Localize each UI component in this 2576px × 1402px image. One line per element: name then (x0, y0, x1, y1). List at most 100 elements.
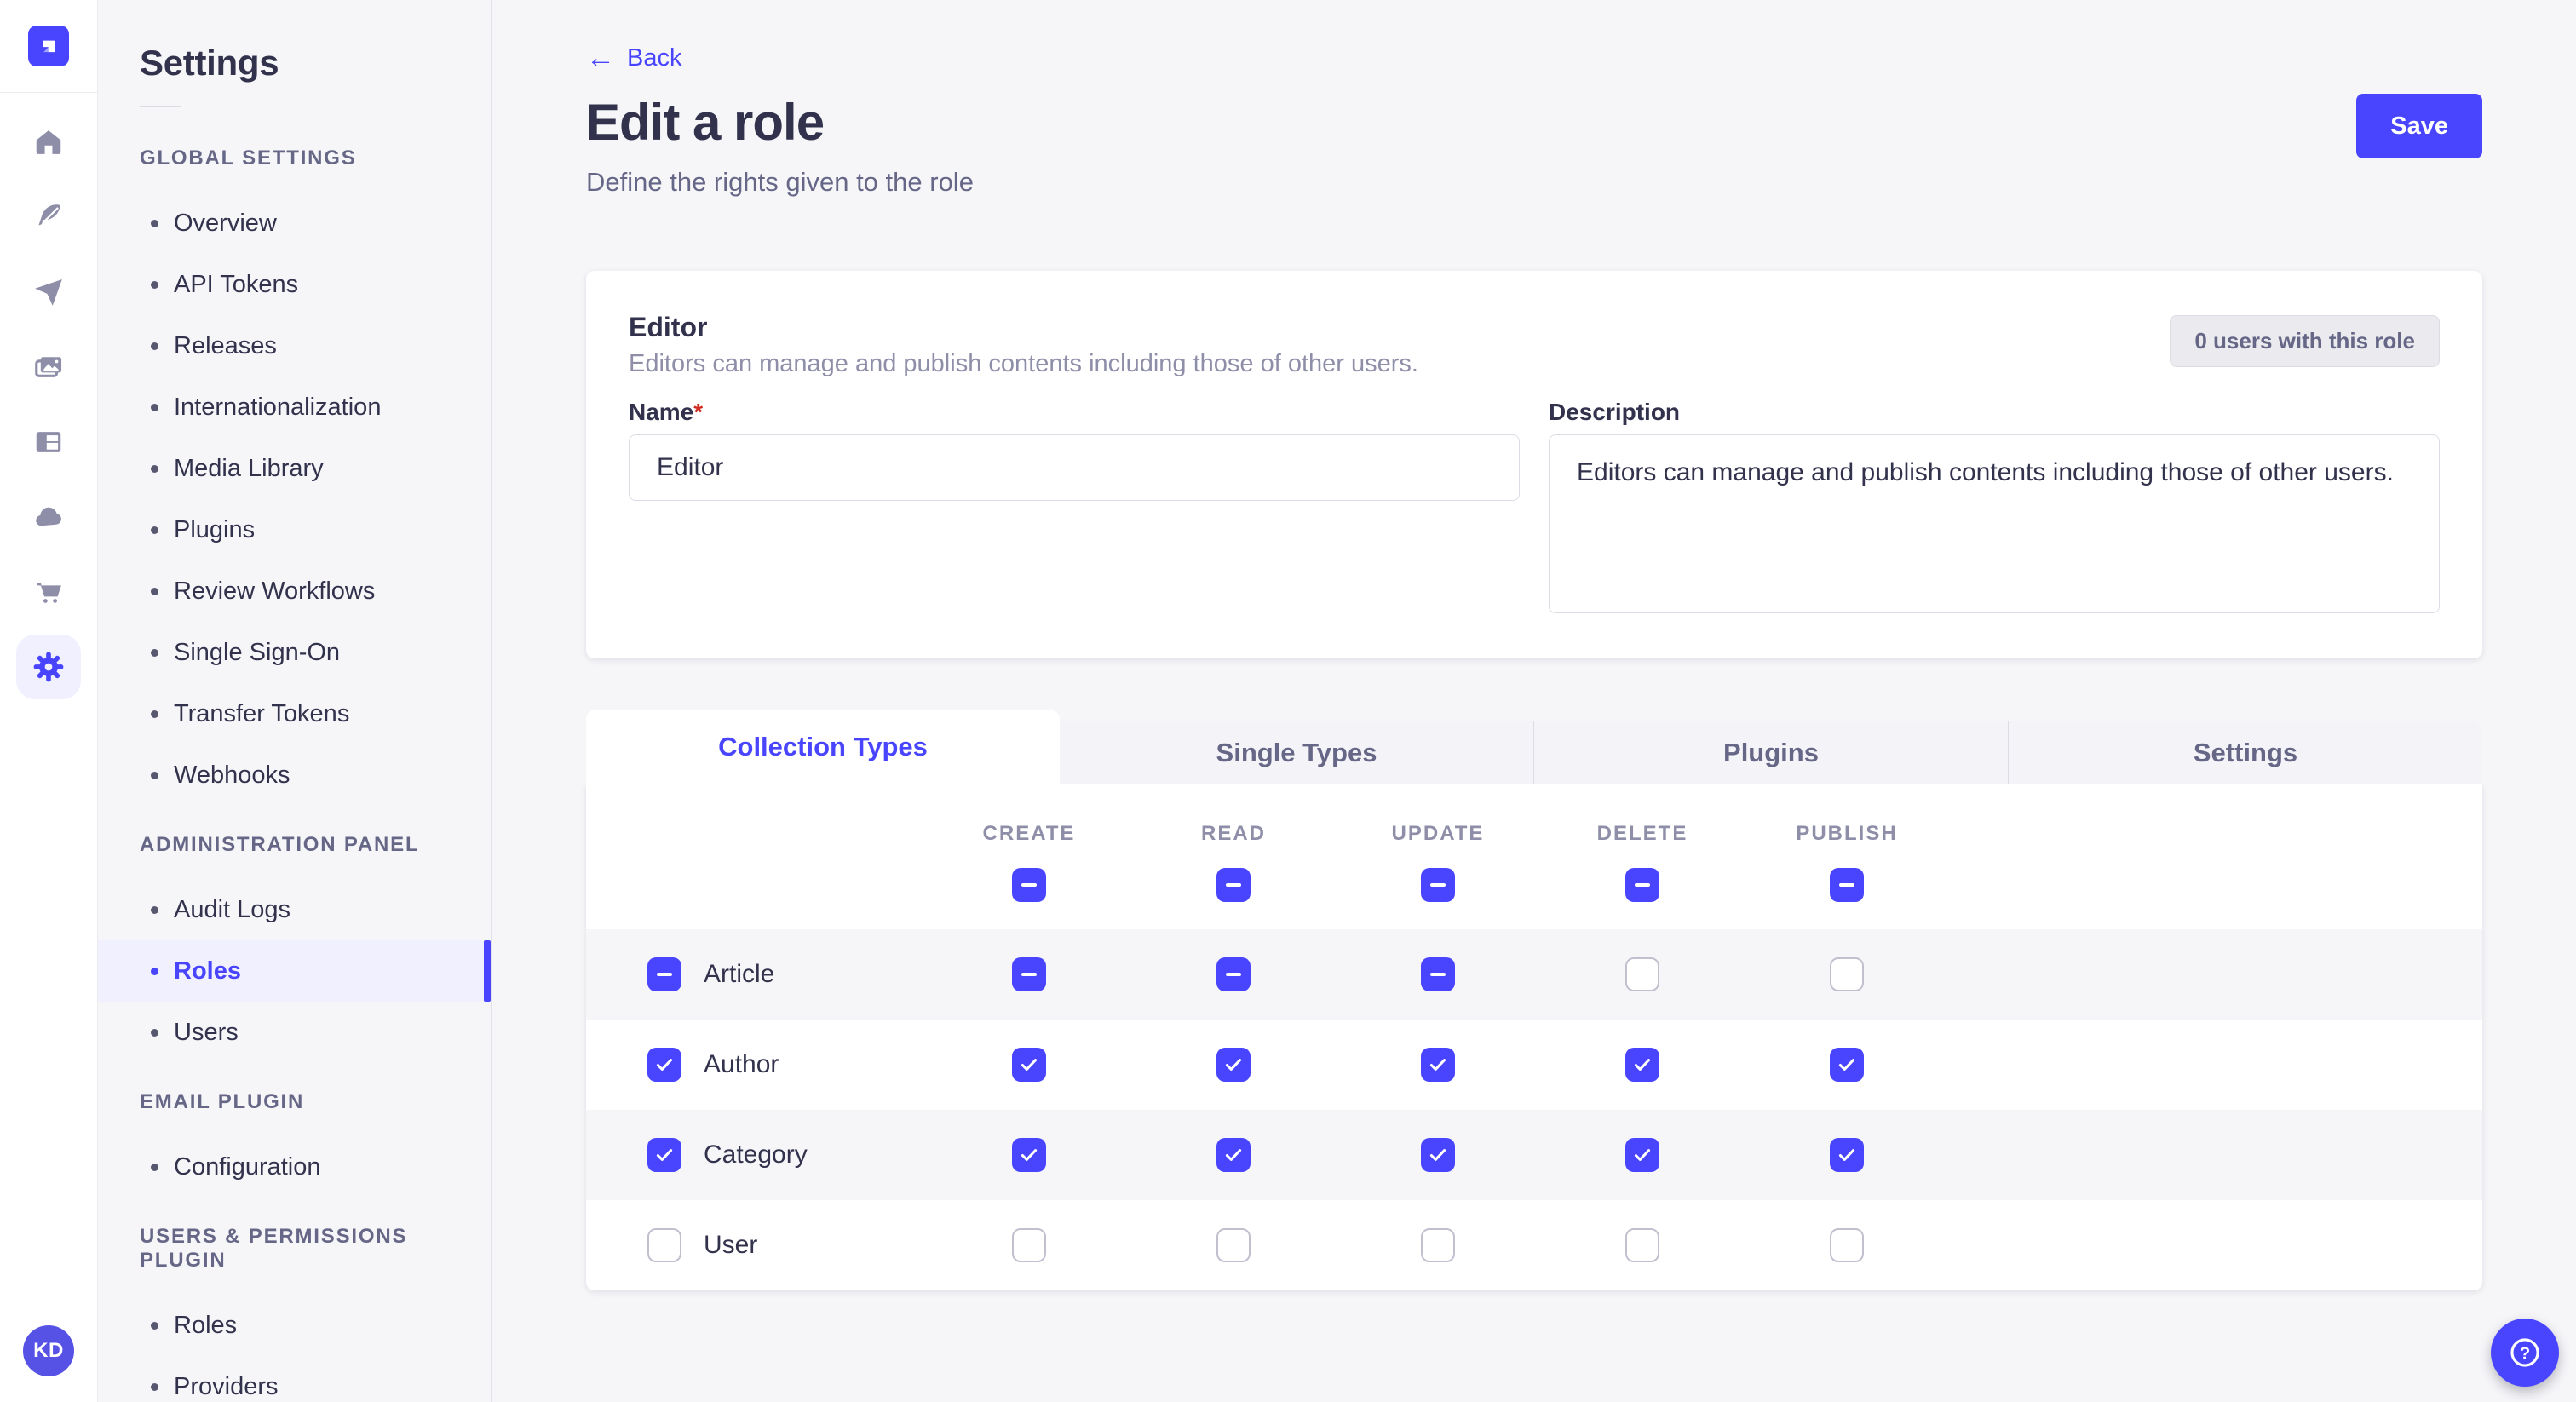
check-icon (1427, 1054, 1449, 1076)
settings-gear-icon[interactable] (25, 643, 72, 691)
role-description-text: Editors can manage and publish contents … (629, 350, 1418, 378)
permission-checkbox-category-publish[interactable] (1830, 1138, 1864, 1172)
permission-cell (1540, 957, 1745, 991)
permission-cell (1131, 957, 1336, 991)
permission-checkbox-category-update[interactable] (1421, 1138, 1455, 1172)
select-all-checkbox-update[interactable] (1421, 868, 1455, 902)
sidebar-item-0-overview[interactable]: Overview (98, 192, 491, 254)
sidebar-item-0-plugins[interactable]: Plugins (98, 499, 491, 560)
permission-row-label: Article (704, 960, 774, 989)
sidebar-item-3-roles[interactable]: Roles (98, 1295, 491, 1356)
layout-builder-icon[interactable] (25, 418, 72, 466)
sidebar-item-0-api-tokens[interactable]: API Tokens (98, 254, 491, 315)
strapi-logo[interactable] (28, 26, 69, 66)
row-checkbox-user[interactable] (647, 1228, 681, 1262)
row-checkbox-author[interactable] (647, 1048, 681, 1082)
permission-checkbox-category-delete[interactable] (1625, 1138, 1659, 1172)
permission-row-user: User (586, 1200, 2482, 1290)
permission-checkbox-author-create[interactable] (1012, 1048, 1046, 1082)
permission-checkbox-category-read[interactable] (1216, 1138, 1251, 1172)
media-pictures-icon[interactable] (25, 343, 72, 391)
tab-plugins[interactable]: Plugins (1533, 721, 2008, 784)
permission-column-header-publish: PUBLISH (1745, 822, 1949, 846)
sidebar-item-label: Roles (174, 1312, 237, 1340)
sidebar-item-3-providers[interactable]: Providers (98, 1356, 491, 1402)
tab-settings[interactable]: Settings (2008, 721, 2482, 784)
permission-rows: ArticleAuthorCategoryUser (586, 929, 2482, 1290)
paper-plane-icon[interactable] (25, 268, 72, 316)
tab-collection-types[interactable]: Collection Types (586, 710, 1060, 784)
home-icon[interactable] (25, 118, 72, 166)
main-content: ← Back Edit a role Save Define the right… (492, 0, 2576, 1402)
avatar[interactable]: KD (23, 1325, 74, 1376)
permission-column-header-read: READ (1131, 822, 1336, 846)
sidebar-section-items: Audit LogsRolesUsers (98, 879, 491, 1063)
sidebar-section-administration-panel: ADMINISTRATION PANELAudit LogsRolesUsers (98, 833, 491, 1063)
select-all-checkbox-delete[interactable] (1625, 868, 1659, 902)
bullet-icon (151, 465, 158, 473)
bullet-icon (151, 404, 158, 411)
feather-icon[interactable] (25, 193, 72, 241)
sidebar-section-users-permissions-plugin: USERS & PERMISSIONS PLUGIN Roles Providers (98, 1225, 491, 1402)
svg-text:?: ? (2520, 1344, 2530, 1363)
indeterminate-dash-icon (1226, 883, 1241, 887)
select-all-cell (1745, 868, 1949, 902)
cloud-icon[interactable] (25, 493, 72, 541)
check-icon (653, 1054, 676, 1076)
select-all-checkbox-create[interactable] (1012, 868, 1046, 902)
permission-checkbox-article-update[interactable] (1421, 957, 1455, 991)
permission-checkbox-user-delete[interactable] (1625, 1228, 1659, 1262)
permission-checkbox-user-create[interactable] (1012, 1228, 1046, 1262)
sidebar-item-0-webhooks[interactable]: Webhooks (98, 744, 491, 806)
name-input[interactable] (629, 434, 1520, 501)
help-button[interactable]: ? (2491, 1319, 2559, 1387)
row-checkbox-category[interactable] (647, 1138, 681, 1172)
permission-checkbox-author-read[interactable] (1216, 1048, 1251, 1082)
permission-row-head: Article (586, 957, 927, 991)
indeterminate-dash-icon (657, 973, 672, 976)
permission-cell (927, 957, 1131, 991)
permission-checkbox-author-update[interactable] (1421, 1048, 1455, 1082)
select-all-row (586, 868, 2482, 902)
permission-cell (1336, 957, 1540, 991)
permission-checkbox-article-publish[interactable] (1830, 957, 1864, 991)
sidebar-item-0-review-workflows[interactable]: Review Workflows (98, 560, 491, 622)
permission-checkbox-user-read[interactable] (1216, 1228, 1251, 1262)
permission-cell (1745, 957, 1949, 991)
tab-single-types[interactable]: Single Types (1060, 721, 1533, 784)
sidebar-item-0-releases[interactable]: Releases (98, 315, 491, 376)
sidebar-item-0-single-sign-on[interactable]: Single Sign-On (98, 622, 491, 683)
row-checkbox-article[interactable] (647, 957, 681, 991)
sidebar-section-header: USERS & PERMISSIONS PLUGIN (140, 1225, 491, 1273)
check-icon (1427, 1144, 1449, 1166)
sidebar-item-2-configuration[interactable]: Configuration (98, 1136, 491, 1198)
permission-checkbox-article-create[interactable] (1012, 957, 1046, 991)
strapi-logo-icon (34, 32, 63, 60)
permission-checkbox-user-publish[interactable] (1830, 1228, 1864, 1262)
shopping-cart-icon[interactable] (25, 568, 72, 616)
select-all-checkbox-read[interactable] (1216, 868, 1251, 902)
permission-checkbox-article-delete[interactable] (1625, 957, 1659, 991)
sidebar-item-label: Overview (174, 210, 277, 238)
permission-checkbox-article-read[interactable] (1216, 957, 1251, 991)
select-all-checkbox-publish[interactable] (1830, 868, 1864, 902)
permission-row-head: Author (586, 1048, 927, 1082)
bullet-icon (151, 710, 158, 718)
sidebar-item-0-internationalization[interactable]: Internationalization (98, 376, 491, 438)
permission-checkbox-user-update[interactable] (1421, 1228, 1455, 1262)
page-subtitle: Define the rights given to the role (586, 167, 2482, 198)
sidebar-item-1-users[interactable]: Users (98, 1002, 491, 1063)
sidebar-item-0-media-library[interactable]: Media Library (98, 438, 491, 499)
settings-sidebar: Settings GLOBAL SETTINGSOverviewAPI Toke… (98, 0, 492, 1402)
permission-checkbox-author-delete[interactable] (1625, 1048, 1659, 1082)
sidebar-item-0-transfer-tokens[interactable]: Transfer Tokens (98, 683, 491, 744)
permission-checkbox-author-publish[interactable] (1830, 1048, 1864, 1082)
sidebar-item-1-audit-logs[interactable]: Audit Logs (98, 879, 491, 940)
sidebar-section-header: EMAIL PLUGIN (140, 1090, 491, 1114)
permission-row-label: Author (704, 1050, 779, 1079)
back-link[interactable]: ← Back (586, 43, 681, 73)
description-textarea[interactable]: Editors can manage and publish contents … (1549, 434, 2440, 613)
save-button[interactable]: Save (2356, 94, 2482, 158)
permission-checkbox-category-create[interactable] (1012, 1138, 1046, 1172)
sidebar-item-1-roles[interactable]: Roles (98, 940, 491, 1002)
